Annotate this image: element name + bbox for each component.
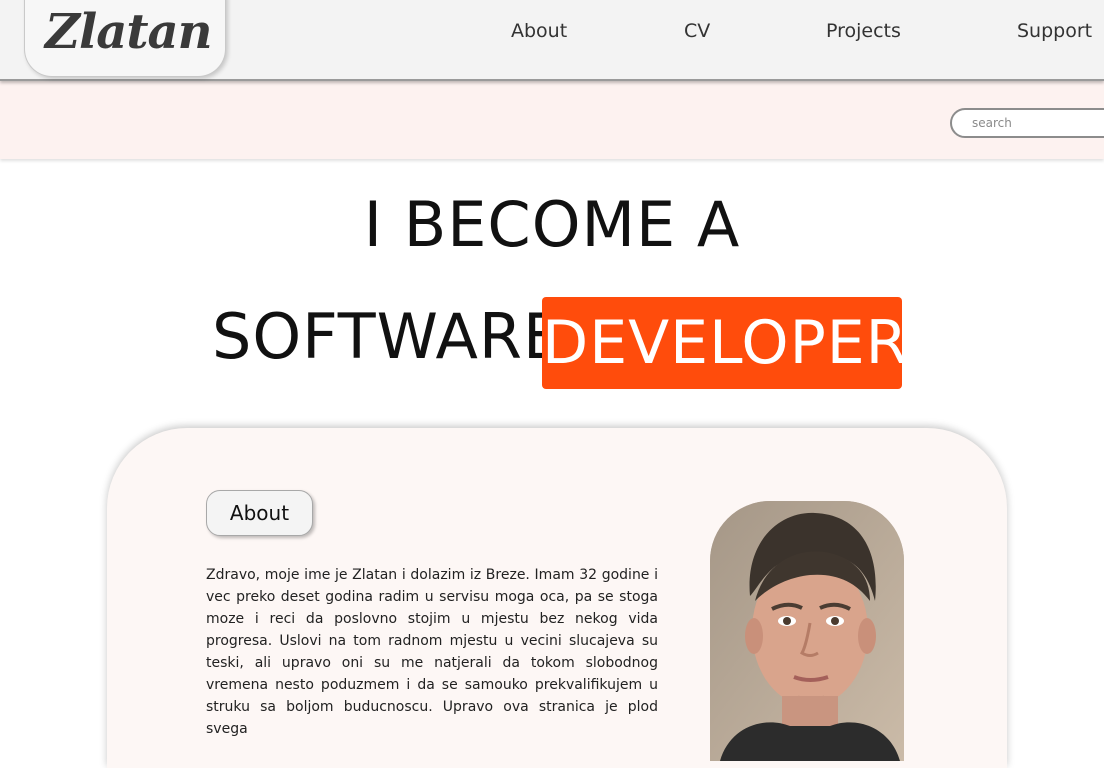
profile-photo-illustration bbox=[710, 501, 904, 761]
logo-text: Zlatan bbox=[45, 4, 213, 60]
about-tab[interactable]: About bbox=[206, 490, 313, 536]
nav-support-link[interactable]: Support bbox=[1017, 20, 1092, 42]
hero-heading-line2: SOFTWARE bbox=[212, 300, 564, 373]
profile-photo bbox=[710, 501, 904, 761]
nav-about-link[interactable]: About bbox=[511, 20, 567, 42]
hero-highlight: DEVELOPER! bbox=[542, 297, 902, 389]
search-input[interactable] bbox=[950, 108, 1104, 138]
nav-projects-link[interactable]: Projects bbox=[826, 20, 901, 42]
nav-cv-link[interactable]: CV bbox=[684, 20, 710, 42]
about-text: Zdravo, moje ime je Zlatan i dolazim iz … bbox=[206, 567, 658, 737]
search-band bbox=[0, 81, 1104, 159]
about-card: About Zdravo, moje ime je Zlatan i dolaz… bbox=[107, 428, 1007, 768]
hero-heading-line1: I BECOME A bbox=[363, 188, 741, 261]
top-navbar: Zlatan About CV Projects Support bbox=[0, 0, 1104, 81]
logo[interactable]: Zlatan bbox=[24, 0, 226, 77]
